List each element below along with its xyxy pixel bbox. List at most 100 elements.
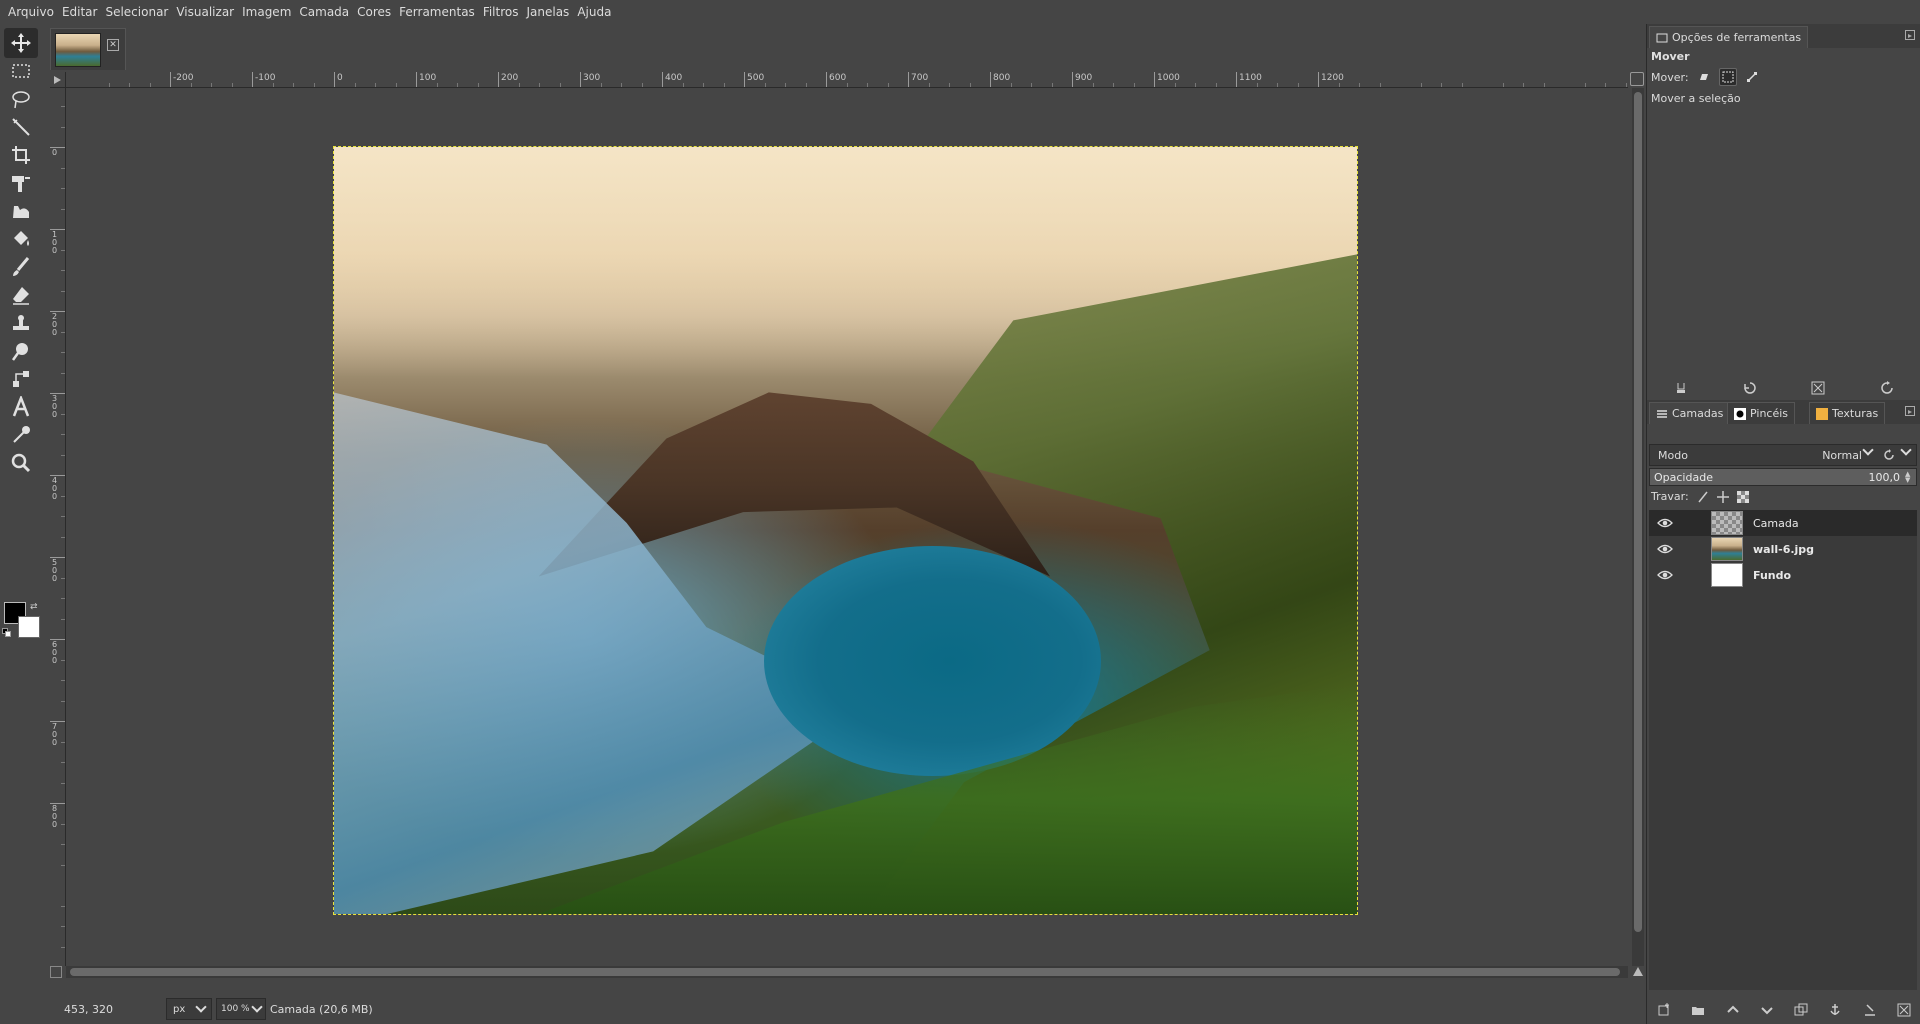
dock-menu-icon[interactable] (1905, 30, 1915, 40)
lock-alpha-icon[interactable] (1736, 490, 1749, 503)
ruler-minor-tick (1195, 83, 1196, 87)
new-layer-icon[interactable] (1657, 1003, 1671, 1017)
ruler-minor-tick (61, 188, 65, 189)
image-tab[interactable]: ✕ (50, 28, 126, 70)
eye-icon[interactable] (1657, 516, 1673, 530)
ruler-minor-tick (1092, 83, 1094, 87)
move-selection-icon[interactable] (1718, 68, 1737, 86)
free-select-tool-icon[interactable] (4, 84, 38, 114)
restore-preset-icon[interactable] (1743, 381, 1757, 395)
ruler-minor-tick (1461, 83, 1463, 87)
menu-editar[interactable]: Editar (58, 0, 102, 24)
raise-layer-icon[interactable] (1726, 1003, 1740, 1017)
merge-down-icon[interactable] (1863, 1003, 1877, 1017)
rect-select-tool-icon[interactable] (4, 56, 38, 86)
chevron-down-icon[interactable] (1862, 444, 1874, 456)
lock-pixels-icon[interactable] (1697, 491, 1709, 503)
vertical-scrollbar[interactable] (1632, 88, 1644, 966)
background-color-swatch[interactable] (18, 616, 40, 638)
menu-selecionar[interactable]: Selecionar (101, 0, 172, 24)
opacity-slider[interactable]: Opacidade 100,0 ▲ ▼ (1649, 468, 1917, 486)
menu-filtros[interactable]: Filtros (479, 0, 523, 24)
eye-icon[interactable] (1657, 542, 1673, 556)
move-tool-icon[interactable] (4, 28, 38, 58)
spin-arrows-icon[interactable]: ▲ ▼ (1905, 471, 1913, 484)
unified-transform-tool-icon[interactable] (4, 168, 38, 198)
tab-brushes[interactable]: Pincéis (1727, 402, 1796, 424)
reset-colors-icon[interactable] (2, 628, 12, 638)
layers-tabbar: Camadas Pincéis Texturas (1647, 400, 1920, 424)
delete-layer-icon[interactable] (1897, 1003, 1911, 1017)
layer-mode-row[interactable]: Modo Normal (1649, 444, 1917, 466)
menu-janelas[interactable]: Janelas (522, 0, 573, 24)
ruler-minor-tick (61, 741, 65, 743)
menu-visualizar[interactable]: Visualizar (172, 0, 238, 24)
tool-options-icon (1656, 33, 1668, 42)
quick-mask-toggle[interactable] (50, 966, 62, 978)
warp-transform-tool-icon[interactable] (4, 196, 38, 226)
layer-row[interactable]: Fundo (1649, 562, 1917, 588)
duplicate-layer-icon[interactable] (1794, 1003, 1808, 1017)
menu-imagem[interactable]: Imagem (238, 0, 295, 24)
color-picker-tool-icon[interactable] (4, 420, 38, 450)
zoom-tool-icon[interactable] (4, 448, 38, 478)
ruler-minor-tick (703, 83, 704, 87)
ruler-minor-tick (61, 844, 65, 845)
menu-ajuda[interactable]: Ajuda (573, 0, 615, 24)
save-preset-icon[interactable] (1674, 381, 1688, 395)
layer-list: Camada wall-6.jpg Fundo (1649, 510, 1917, 990)
paintbrush-tool-icon[interactable] (4, 252, 38, 282)
vertical-ruler[interactable]: 0 1 0 0 2 0 0 3 0 0 4 0 0 5 0 0 6 0 0 7 0 0 8 0 … (50, 88, 66, 966)
tab-patterns[interactable]: Texturas (1809, 402, 1886, 424)
menu-camada[interactable]: Camada (295, 0, 353, 24)
delete-preset-icon[interactable] (1811, 381, 1825, 395)
tab-tool-options[interactable]: Opções de ferramentas (1649, 26, 1809, 48)
menu-arquivo[interactable]: Arquivo (4, 0, 58, 24)
zoom-lock-icon[interactable] (1630, 72, 1644, 86)
move-layer-icon[interactable] (1695, 68, 1713, 86)
ruler-minor-tick (1010, 83, 1012, 87)
layer-row[interactable]: Camada (1649, 510, 1917, 536)
unit-selector[interactable]: px (166, 998, 212, 1020)
new-layer-group-icon[interactable] (1691, 1003, 1705, 1017)
menu-cores[interactable]: Cores (353, 0, 395, 24)
horizontal-ruler[interactable]: -200 -100 0 100 200 300 400 500 600 700 800 900 1000… (66, 72, 1628, 88)
chevron-down-icon[interactable] (1900, 444, 1912, 456)
paths-tool-icon[interactable] (4, 364, 38, 394)
ruler-tick: 900 (1072, 72, 1092, 87)
reset-options-icon[interactable] (1880, 381, 1894, 395)
canvas-viewport[interactable] (66, 88, 1628, 966)
layer-row[interactable]: wall-6.jpg (1649, 536, 1917, 562)
dock-menu-icon[interactable] (1905, 406, 1915, 416)
text-tool-icon[interactable] (4, 392, 38, 422)
ruler-minor-tick (61, 167, 65, 169)
ruler-minor-tick (1379, 83, 1381, 87)
ruler-tick: 3 0 0 (50, 393, 65, 419)
bucket-fill-tool-icon[interactable] (4, 224, 38, 254)
ruler-minor-tick (231, 83, 233, 87)
ruler-minor-tick (61, 454, 65, 456)
lock-position-icon[interactable] (1716, 490, 1729, 503)
ruler-minor-tick (61, 434, 65, 435)
mode-switch-icon[interactable] (1882, 448, 1896, 462)
right-dock: Opções de ferramentas Mover Mover: Mover… (1646, 24, 1920, 1024)
tab-layers[interactable]: Camadas (1649, 402, 1731, 424)
horizontal-scrollbar[interactable] (66, 966, 1628, 978)
navigate-icon[interactable] (1632, 966, 1644, 978)
lower-layer-icon[interactable] (1760, 1003, 1774, 1017)
canvas-image[interactable] (333, 146, 1358, 915)
menu-ferramentas[interactable]: Ferramentas (395, 0, 479, 24)
ruler-menu-button[interactable] (50, 72, 66, 88)
eye-icon[interactable] (1657, 568, 1673, 582)
swap-colors-icon[interactable]: ⇄ (30, 602, 40, 612)
smudge-tool-icon[interactable] (4, 336, 38, 366)
ruler-minor-tick (559, 83, 561, 87)
move-path-icon[interactable] (1743, 68, 1761, 86)
eraser-tool-icon[interactable] (4, 280, 38, 310)
crop-tool-icon[interactable] (4, 140, 38, 170)
close-icon[interactable]: ✕ (107, 39, 119, 51)
zoom-selector[interactable]: 100 % (216, 998, 266, 1020)
fuzzy-select-tool-icon[interactable] (4, 112, 38, 142)
clone-tool-icon[interactable] (4, 308, 38, 338)
anchor-layer-icon[interactable] (1828, 1003, 1842, 1017)
